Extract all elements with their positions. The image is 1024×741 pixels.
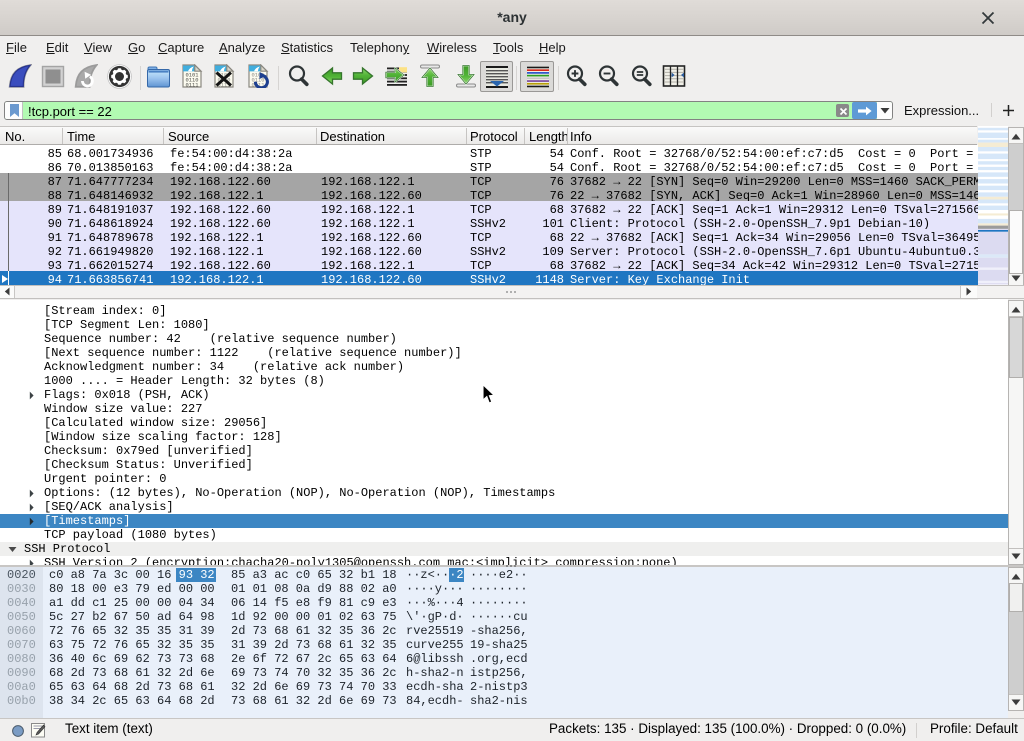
svg-text:0111: 0111 <box>186 82 199 88</box>
